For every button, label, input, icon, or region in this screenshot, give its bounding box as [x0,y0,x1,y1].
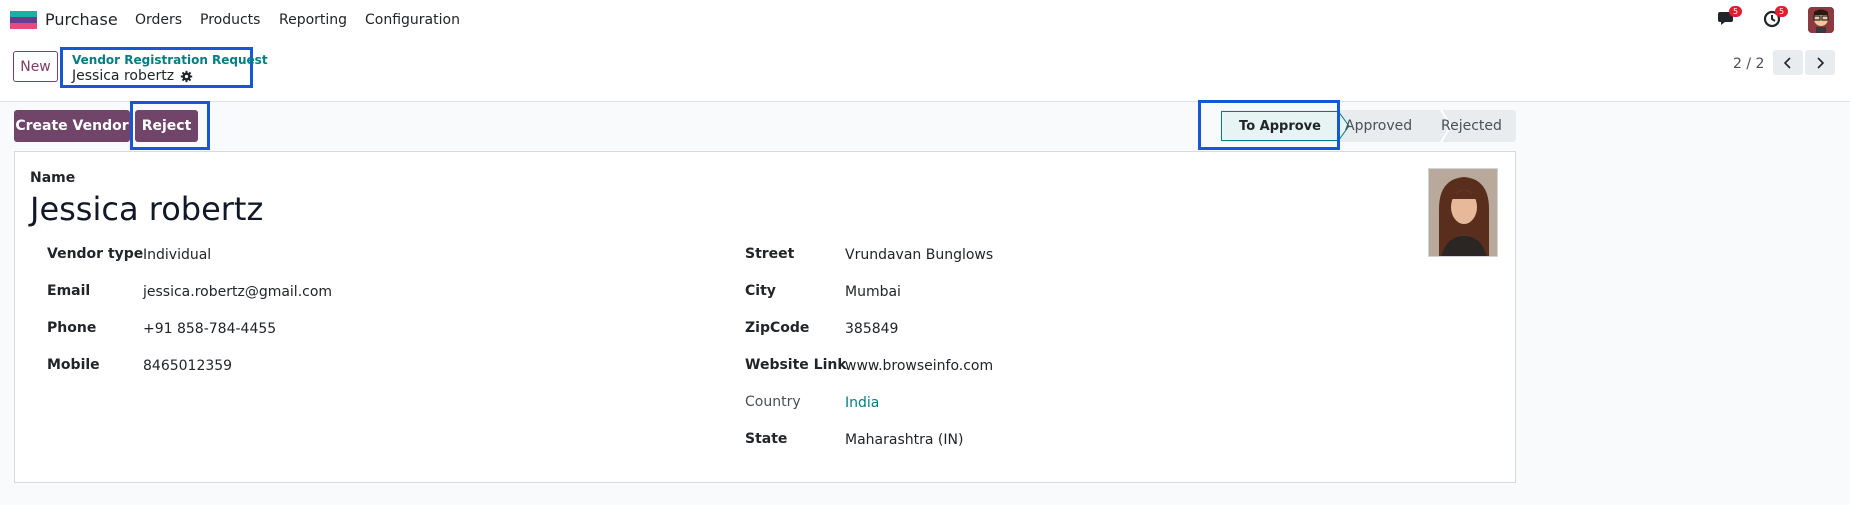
purchase-app-icon[interactable] [10,11,37,29]
breadcrumb-parent-link[interactable]: Vendor Registration Request [72,53,268,67]
vendor-type-label: Vendor type [47,246,144,262]
status-rejected[interactable]: Rejected [1441,118,1502,134]
vendor-type-value[interactable]: Individual [143,247,211,263]
street-label: Street [745,246,795,262]
street-value[interactable]: Vrundavan Bunglows [845,247,993,263]
breadcrumb-current-label: Jessica robertz [72,68,175,84]
breadcrumb-current: Jessica robertz [72,68,193,84]
menu-reporting[interactable]: Reporting [279,12,347,28]
city-label: City [745,283,776,299]
chevron-right-icon [1817,56,1825,69]
state-value[interactable]: Maharashtra (IN) [845,432,963,448]
messages-badge: 5 [1729,6,1743,17]
country-label: Country [745,394,801,410]
state-label: State [745,431,788,447]
reject-highlight [130,101,210,150]
activities-button[interactable]: 5 [1763,6,1789,32]
menu-orders[interactable]: Orders [135,12,182,28]
new-button[interactable]: New [13,51,58,82]
name-field[interactable]: Jessica robertz [30,190,263,228]
email-value[interactable]: jessica.robertz@gmail.com [143,284,332,300]
mobile-value[interactable]: 8465012359 [143,358,232,374]
app-name[interactable]: Purchase [45,10,118,29]
website-link-value[interactable]: www.browseinfo.com [845,358,993,374]
mobile-label: Mobile [47,357,100,373]
city-value[interactable]: Mumbai [845,284,901,300]
chevron-left-icon [1783,56,1791,69]
pager-previous-button[interactable] [1773,50,1803,75]
breadcrumb: Vendor Registration Request Jessica robe… [60,47,268,88]
activities-badge: 5 [1775,6,1789,17]
vendor-photo[interactable] [1428,168,1498,257]
gear-icon[interactable] [180,70,193,83]
phone-label: Phone [47,320,97,336]
status-highlight [1198,100,1340,150]
messages-button[interactable]: 5 [1717,6,1743,32]
name-label: Name [30,170,76,186]
zipcode-label: ZipCode [745,320,810,336]
pager-next-button[interactable] [1805,50,1835,75]
user-avatar[interactable] [1808,7,1834,33]
status-approved[interactable]: Approved [1345,118,1412,134]
website-link-label: Website Link [745,357,847,373]
pager-value[interactable]: 2 / 2 [1733,56,1764,72]
phone-value[interactable]: +91 858-784-4455 [143,321,276,337]
top-navbar: Purchase Orders Products Reporting Confi… [0,0,1850,40]
country-value[interactable]: India [845,395,879,411]
menu-configuration[interactable]: Configuration [365,12,460,28]
menu-products[interactable]: Products [200,12,260,28]
control-panel: New Vendor Registration Request Jessica … [0,40,1850,102]
create-vendor-button[interactable]: Create Vendor [14,110,130,142]
zipcode-value[interactable]: 385849 [845,321,898,337]
email-label: Email [47,283,91,299]
